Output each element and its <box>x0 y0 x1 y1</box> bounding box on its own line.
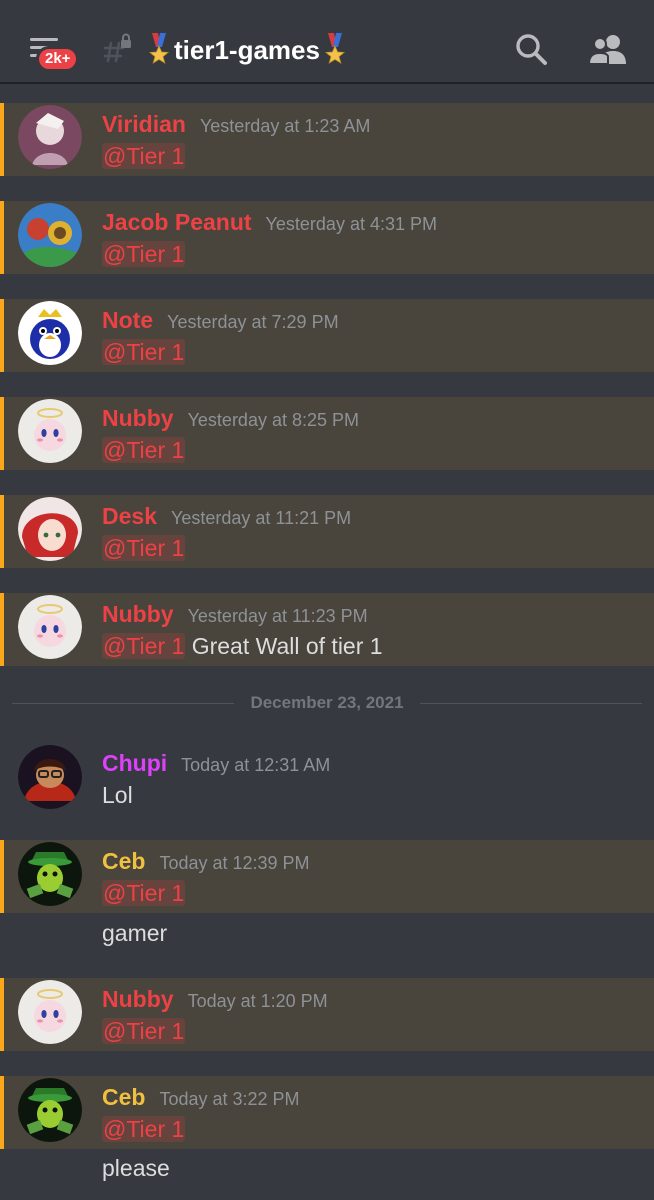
followup-message-text: gamer <box>102 920 168 946</box>
username[interactable]: Desk <box>102 503 157 530</box>
message[interactable]: Ceb Today at 3:22 PM @Tier 1 <box>0 1076 654 1149</box>
message-content: @Tier 1 Great Wall of tier 1 <box>102 633 383 660</box>
message-header: Nubby Yesterday at 11:23 PM <box>102 601 368 628</box>
username[interactable]: Nubby <box>102 405 174 432</box>
message[interactable]: Nubby Today at 1:20 PM @Tier 1 <box>0 978 654 1051</box>
channel-name-label: tier1-games <box>174 34 320 65</box>
avatar[interactable] <box>18 301 82 365</box>
role-mention[interactable]: @Tier 1 <box>102 143 186 169</box>
message-content: @Tier 1 <box>102 339 186 366</box>
timestamp: Yesterday at 11:23 PM <box>187 606 368 626</box>
message-content: @Tier 1 <box>102 143 186 170</box>
message[interactable]: Nubby Yesterday at 8:25 PM @Tier 1 <box>0 397 654 470</box>
avatar[interactable] <box>18 980 82 1044</box>
channel-title: tier1-games <box>148 30 346 70</box>
avatar[interactable] <box>18 595 82 659</box>
message-content: @Tier 1 <box>102 1018 186 1045</box>
message[interactable]: Nubby Yesterday at 11:23 PM @Tier 1 Grea… <box>0 593 654 666</box>
username[interactable]: Ceb <box>102 848 145 875</box>
role-mention[interactable]: @Tier 1 <box>102 339 186 365</box>
message[interactable]: Viridian Yesterday at 1:23 AM @Tier 1 <box>0 103 654 176</box>
message[interactable]: Note Yesterday at 7:29 PM @Tier 1 <box>0 299 654 372</box>
message-header: Note Yesterday at 7:29 PM <box>102 307 339 334</box>
avatar[interactable] <box>18 203 82 267</box>
followup-message-text: please <box>102 1155 170 1181</box>
avatar[interactable] <box>18 1078 82 1142</box>
timestamp: Today at 1:20 PM <box>187 991 328 1011</box>
message-header: Chupi Today at 12:31 AM <box>102 750 330 777</box>
username[interactable]: Note <box>102 307 153 334</box>
message[interactable]: Chupi Today at 12:31 AM Lol <box>0 740 654 816</box>
message[interactable]: Desk Yesterday at 11:21 PM @Tier 1 <box>0 495 654 568</box>
message-content: @Tier 1 <box>102 241 186 268</box>
date-divider-label: December 23, 2021 <box>250 693 404 712</box>
message-content: @Tier 1 <box>102 880 186 907</box>
message-text: Lol <box>102 782 133 808</box>
message-header: Ceb Today at 3:22 PM <box>102 1084 300 1111</box>
message-header: Desk Yesterday at 11:21 PM <box>102 503 351 530</box>
message-content: @Tier 1 <box>102 437 186 464</box>
date-divider: December 23, 2021 <box>12 692 642 716</box>
search-icon[interactable] <box>514 32 548 66</box>
timestamp: Yesterday at 11:21 PM <box>170 508 352 528</box>
channel-header: 2k+ tier1-games <box>0 0 654 84</box>
locked-channel-icon <box>104 33 131 63</box>
username[interactable]: Viridian <box>102 111 186 138</box>
avatar[interactable] <box>18 399 82 463</box>
role-mention[interactable]: @Tier 1 <box>102 241 186 267</box>
role-mention[interactable]: @Tier 1 <box>102 633 186 659</box>
avatar[interactable] <box>18 497 82 561</box>
message-content: Lol <box>102 782 133 809</box>
timestamp: Today at 3:22 PM <box>159 1089 300 1109</box>
message-header: Jacob Peanut Yesterday at 4:31 PM <box>102 209 437 236</box>
medal-icon <box>148 33 170 64</box>
timestamp: Yesterday at 4:31 PM <box>265 214 437 234</box>
message-header: Viridian Yesterday at 1:23 AM <box>102 111 370 138</box>
message-content: @Tier 1 <box>102 535 186 562</box>
message-header: Ceb Today at 12:39 PM <box>102 848 310 875</box>
message-content: @Tier 1 <box>102 1116 186 1143</box>
role-mention[interactable]: @Tier 1 <box>102 1018 186 1044</box>
role-mention[interactable]: @Tier 1 <box>102 1116 186 1142</box>
timestamp: Yesterday at 1:23 AM <box>199 116 371 136</box>
chat-app: 2k+ tier1-games Viridian Yesterday at 1:… <box>0 0 654 1200</box>
message[interactable]: Ceb Today at 12:39 PM @Tier 1 <box>0 840 654 913</box>
message-header: Nubby Today at 1:20 PM <box>102 986 328 1013</box>
username[interactable]: Chupi <box>102 750 167 777</box>
timestamp: Yesterday at 7:29 PM <box>167 312 339 332</box>
avatar[interactable] <box>18 745 82 809</box>
unread-badge: 2k+ <box>36 46 80 72</box>
username[interactable]: Ceb <box>102 1084 145 1111</box>
username[interactable]: Jacob Peanut <box>102 209 252 236</box>
message-header: Nubby Yesterday at 8:25 PM <box>102 405 359 432</box>
avatar[interactable] <box>18 842 82 906</box>
message-text: Great Wall of tier 1 <box>191 633 383 659</box>
role-mention[interactable]: @Tier 1 <box>102 535 186 561</box>
members-icon[interactable] <box>588 32 628 66</box>
avatar[interactable] <box>18 105 82 169</box>
timestamp: Today at 12:39 PM <box>159 853 310 873</box>
medal-icon <box>324 33 345 64</box>
timestamp: Yesterday at 8:25 PM <box>187 410 360 430</box>
message[interactable]: Jacob Peanut Yesterday at 4:31 PM @Tier … <box>0 201 654 274</box>
role-mention[interactable]: @Tier 1 <box>102 880 186 906</box>
username[interactable]: Nubby <box>102 986 174 1013</box>
username[interactable]: Nubby <box>102 601 174 628</box>
timestamp: Today at 12:31 AM <box>181 755 331 775</box>
role-mention[interactable]: @Tier 1 <box>102 437 186 463</box>
